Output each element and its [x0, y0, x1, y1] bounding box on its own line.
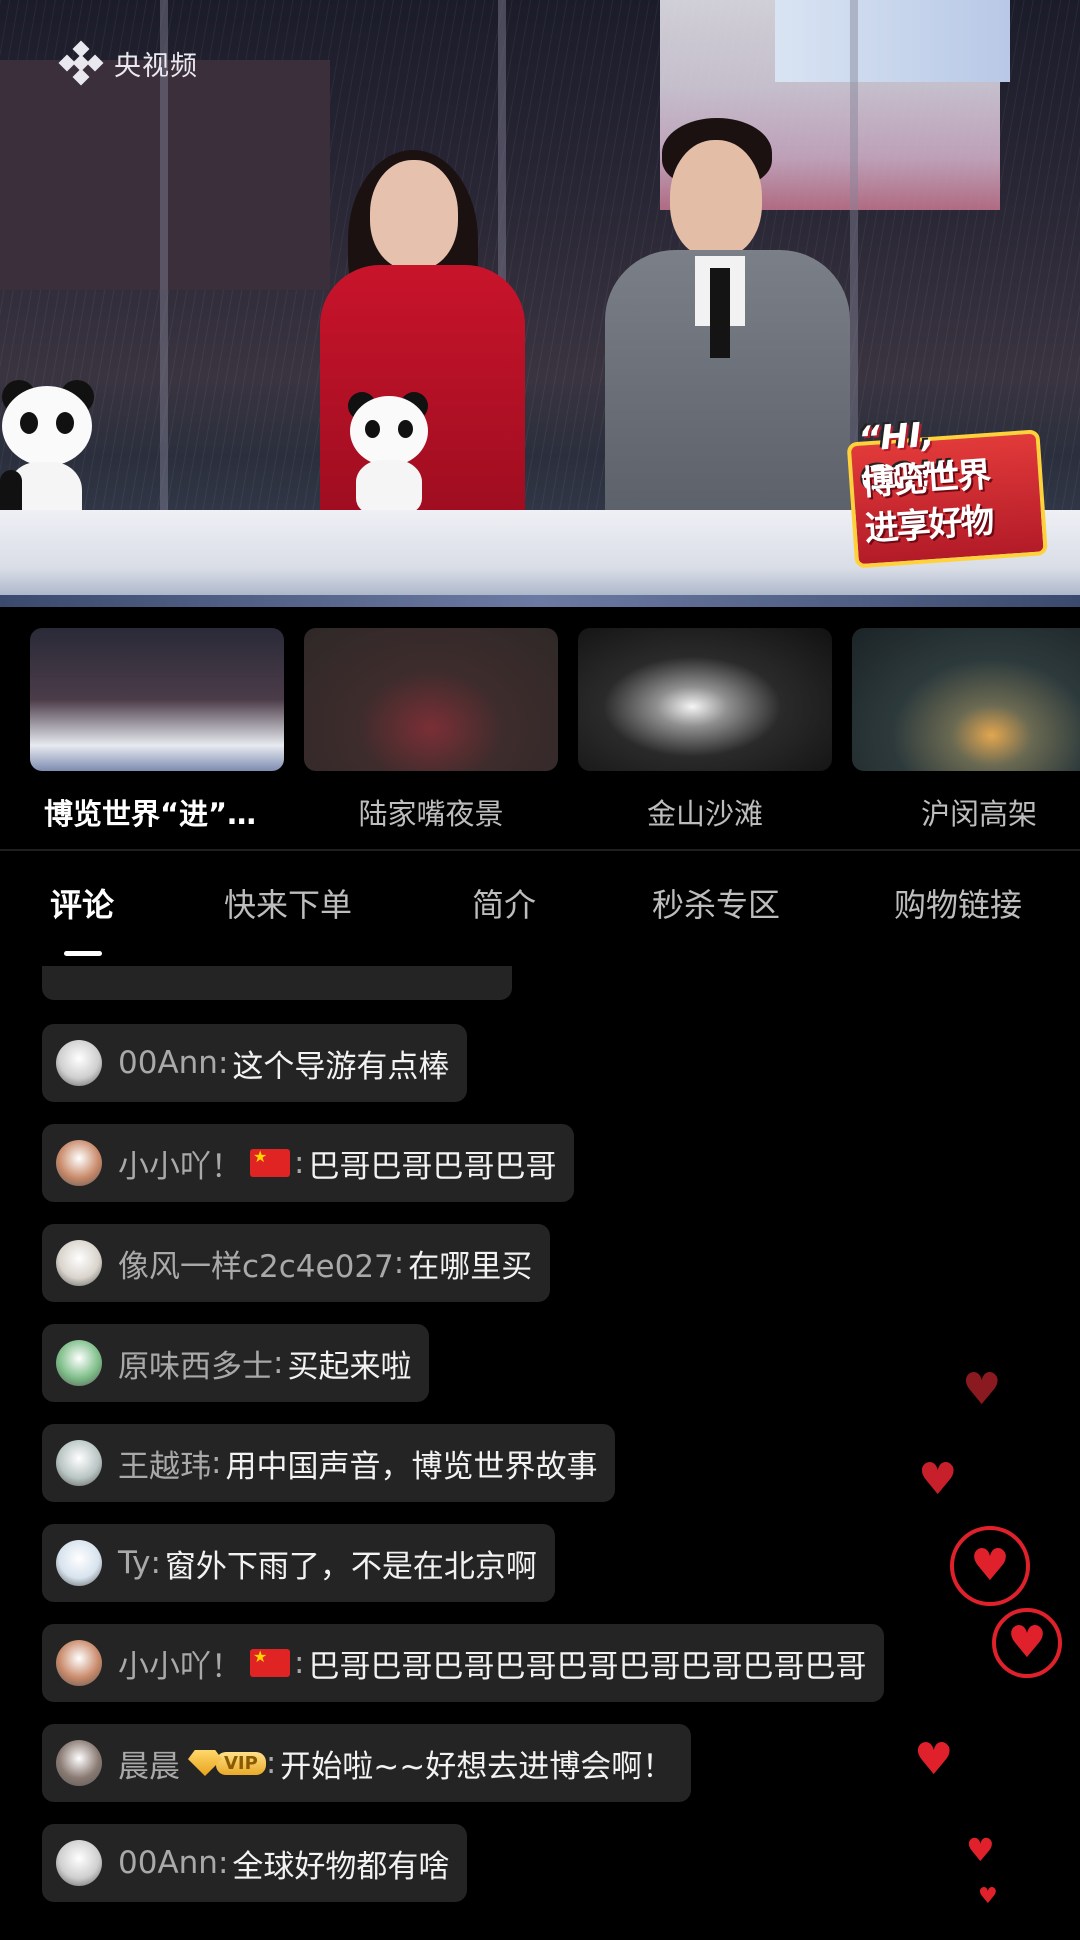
- avatar[interactable]: [56, 1240, 102, 1286]
- comment-item[interactable]: 晨晨 VIP: 开始啦~~好想去进博会啊！: [42, 1724, 692, 1802]
- avatar[interactable]: [56, 1340, 102, 1386]
- vip-label: VIP: [216, 1751, 266, 1775]
- avatar[interactable]: [56, 1540, 102, 1586]
- comment-username[interactable]: Ty: [118, 1545, 150, 1581]
- heart-icon: ♥: [962, 1364, 1002, 1415]
- heart-icon: ♥: [978, 1884, 998, 1909]
- china-flag-icon: [250, 1647, 290, 1677]
- avatar[interactable]: [56, 1640, 102, 1686]
- cctv-video-logo: 央视频: [58, 40, 198, 86]
- channel-name: 沪闵高架: [920, 797, 1037, 831]
- comment-username[interactable]: 王越玮: [118, 1441, 211, 1486]
- comment-separator: :: [393, 1245, 405, 1281]
- tab-shopping-links[interactable]: 购物链接: [894, 880, 1022, 926]
- badge-line2: 进享好物: [863, 500, 994, 550]
- channel-thumbnail[interactable]: [852, 628, 1080, 771]
- desk-edge: [0, 595, 1080, 607]
- channel-name: 博览世界“进”…: [44, 797, 257, 831]
- channel-item[interactable]: 沪闵高架: [852, 628, 1080, 833]
- comment-text: 全球好物都有啥: [232, 1848, 450, 1885]
- channel-name: 金山沙滩: [646, 797, 763, 831]
- comment-username[interactable]: 小小吖！: [118, 1641, 242, 1686]
- hi-go-badge: “HI, GO!” 博览世界 进享好物: [845, 412, 1048, 569]
- heart-icon: ♥: [966, 1831, 995, 1869]
- channel-thumbnail[interactable]: [30, 628, 284, 771]
- comment-item[interactable]: 小小吖！: 巴哥巴哥巴哥巴哥巴哥巴哥巴哥巴哥巴哥: [42, 1624, 885, 1702]
- comment-username[interactable]: 像风一样c2c4e027: [118, 1241, 394, 1286]
- heart-icon: ♥: [992, 1608, 1062, 1678]
- channel-thumbnail[interactable]: [578, 628, 832, 771]
- comment-list[interactable]: 00Ann: 这个导游有点棒 小小吖！: 巴哥巴哥巴哥巴哥 像风一样c2c4e0…: [0, 966, 1080, 1940]
- tab-flash-sale[interactable]: 秒杀专区: [652, 880, 780, 926]
- channel-thumbnail[interactable]: [304, 628, 558, 771]
- tab-order[interactable]: 快来下单: [224, 880, 352, 926]
- vip-badge-icon: VIP: [188, 1750, 266, 1776]
- comment-text: 用中国声音，博览世界故事: [225, 1448, 598, 1485]
- avatar[interactable]: [56, 1840, 102, 1886]
- comment-item[interactable]: 小小吖！: 巴哥巴哥巴哥巴哥: [42, 1124, 575, 1202]
- comment-separator: :: [217, 1045, 229, 1081]
- avatar[interactable]: [56, 1140, 102, 1186]
- comment-item[interactable]: 00Ann: 这个导游有点棒: [42, 1024, 468, 1102]
- tab-comments[interactable]: 评论: [50, 880, 114, 926]
- heart-icon: ♥: [918, 1454, 958, 1505]
- china-flag-icon: [250, 1147, 290, 1177]
- comment-item[interactable]: 王越玮: 用中国声音，博览世界故事: [42, 1424, 616, 1502]
- comment-username[interactable]: 00Ann: [118, 1845, 218, 1881]
- channel-item[interactable]: 金山沙滩: [578, 628, 832, 833]
- comment-item[interactable]: 原味西多士: 买起来啦: [42, 1324, 430, 1402]
- logo-icon: [58, 40, 104, 86]
- channel-item[interactable]: 博览世界“进”…: [30, 628, 284, 833]
- comment-text: 巴哥巴哥巴哥巴哥巴哥巴哥巴哥巴哥巴哥: [308, 1648, 867, 1685]
- avatar[interactable]: [56, 1040, 102, 1086]
- comment-separator: :: [265, 1745, 277, 1781]
- comment-text: 这个导游有点棒: [232, 1048, 450, 1085]
- comment-text: 窗外下雨了，不是在北京啊: [164, 1548, 537, 1585]
- comment-item-partial: [42, 966, 512, 1000]
- active-tab-indicator: [64, 951, 102, 956]
- comment-text: 开始啦~~好想去进博会啊！: [280, 1748, 674, 1785]
- comment-username[interactable]: 原味西多士: [118, 1341, 273, 1386]
- comment-text: 买起来啦: [287, 1348, 412, 1385]
- avatar[interactable]: [56, 1740, 102, 1786]
- background-screen: [775, 0, 1010, 82]
- comment-separator: :: [150, 1545, 161, 1581]
- comment-username[interactable]: 00Ann: [118, 1045, 218, 1081]
- logo-text: 央视频: [114, 50, 198, 82]
- comment-item[interactable]: Ty: 窗外下雨了，不是在北京啊: [42, 1524, 555, 1602]
- channel-item[interactable]: 陆家嘴夜景: [304, 628, 558, 833]
- comment-separator: :: [294, 1145, 305, 1181]
- live-video-player[interactable]: 央视频 “HI, GO!” 博览世界 进享好物: [0, 0, 1080, 607]
- comment-username[interactable]: 小小吖！: [118, 1141, 242, 1186]
- comment-separator: :: [211, 1445, 222, 1481]
- comment-separator: :: [273, 1345, 284, 1381]
- comment-text: 巴哥巴哥巴哥巴哥: [308, 1148, 557, 1185]
- channel-strip: 博览世界“进”… 陆家嘴夜景 金山沙滩 沪闵高架: [0, 628, 1080, 831]
- heart-icon: ♥: [914, 1734, 954, 1785]
- comment-item[interactable]: 00Ann: 全球好物都有啥: [42, 1824, 468, 1902]
- section-divider: [0, 849, 1080, 851]
- avatar[interactable]: [56, 1440, 102, 1486]
- comment-item[interactable]: 像风一样c2c4e027: 在哪里买: [42, 1224, 551, 1302]
- tab-bar: 评论 快来下单 简介 秒杀专区 购物链接: [0, 880, 1080, 950]
- tab-intro[interactable]: 简介: [472, 880, 536, 926]
- comment-username[interactable]: 晨晨: [118, 1741, 180, 1786]
- comment-separator: :: [217, 1845, 229, 1881]
- comment-separator: :: [294, 1645, 305, 1681]
- comment-text: 在哪里买: [408, 1248, 533, 1285]
- channel-name: 陆家嘴夜景: [358, 797, 504, 831]
- heart-icon: ♥: [950, 1526, 1030, 1606]
